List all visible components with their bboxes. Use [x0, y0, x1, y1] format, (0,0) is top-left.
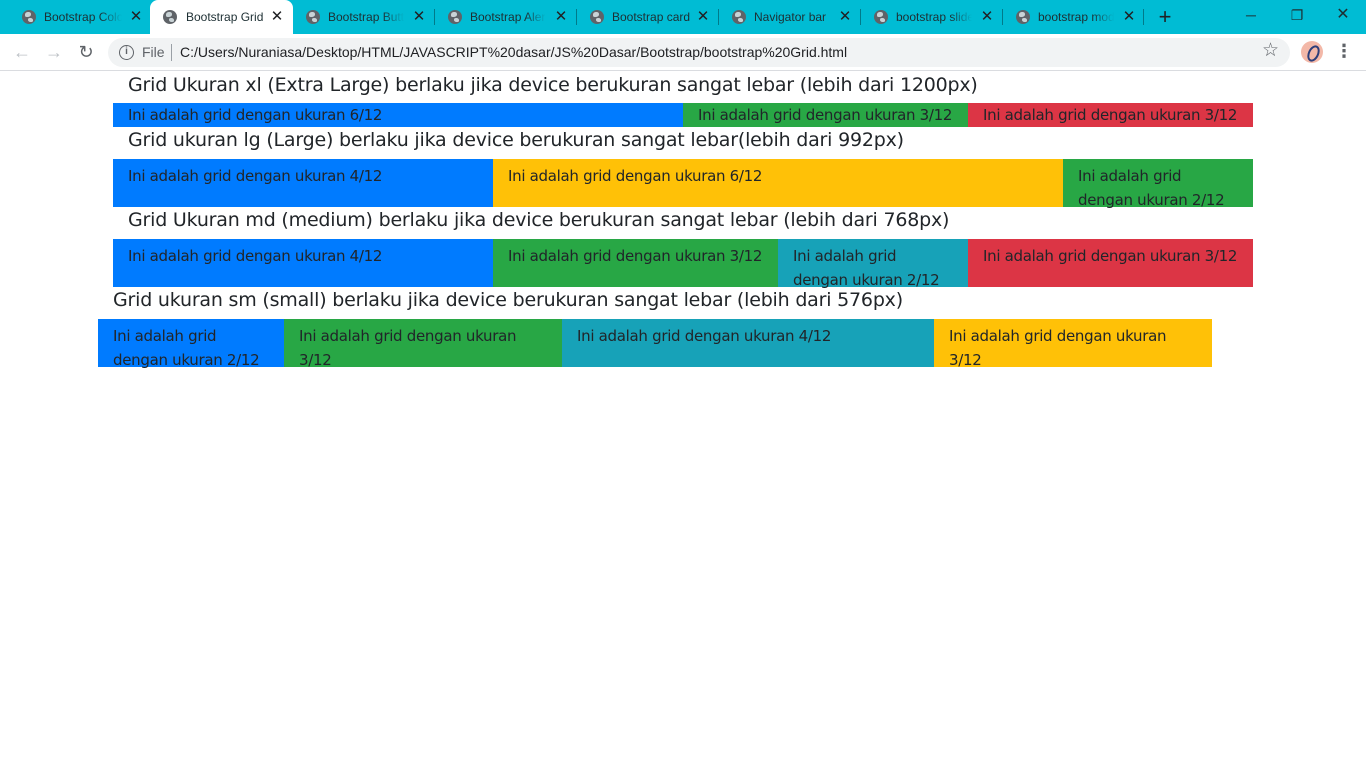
grid-col-md-3: Ini adalah grid dengan ukuran 3/12	[493, 239, 778, 287]
tab-title: Navigator bar	[754, 10, 827, 24]
grid-col-lg-2: Ini adalah grid dengan ukuran 2/12	[1063, 159, 1253, 209]
grid-col-xl-3: Ini adalah grid dengan ukuran 3/12	[968, 103, 1253, 127]
globe-icon	[732, 10, 746, 24]
grid-row-xl: Ini adalah grid dengan ukuran 6/12 Ini a…	[113, 103, 1253, 127]
forward-button[interactable]: →	[41, 39, 67, 65]
tab-title: Bootstrap Butt	[328, 10, 404, 24]
grid-col-sm-4: Ini adalah grid dengan ukuran 4/12	[562, 319, 934, 367]
grid-col-md-3: Ini adalah grid dengan ukuran 3/12	[968, 239, 1253, 287]
grid-row-sm: Ini adalah grid dengan ukuran 2/12 Ini a…	[98, 319, 1212, 369]
page-content: Grid Ukuran xl (Extra Large) berlaku jik…	[0, 71, 1366, 768]
scheme-label: File	[142, 44, 165, 60]
tab-bootstrap-alert[interactable]: Bootstrap Aler ✕	[426, 0, 568, 34]
tab-title: Bootstrap Colo	[44, 10, 122, 24]
tab-title: Bootstrap card	[612, 10, 691, 24]
tab-bootstrap-color[interactable]: Bootstrap Colo ✕	[0, 0, 150, 34]
grid-col-md-4: Ini adalah grid dengan ukuran 4/12	[113, 239, 493, 287]
close-icon[interactable]: ✕	[269, 9, 285, 25]
globe-icon	[1016, 10, 1030, 24]
tab-navigator-bar[interactable]: Navigator bar ✕	[710, 0, 852, 34]
tab-bootstrap-slide[interactable]: bootstrap slide ✕	[852, 0, 994, 34]
window-close-button[interactable]: ✕	[1320, 0, 1366, 30]
close-icon[interactable]: ✕	[1121, 9, 1137, 25]
grid-row-lg: Ini adalah grid dengan ukuran 4/12 Ini a…	[113, 159, 1253, 209]
tab-title: bootstrap mod	[1038, 10, 1114, 24]
bookmark-star-icon[interactable]: ☆	[1262, 41, 1279, 61]
tab-title: bootstrap slide	[896, 10, 972, 24]
close-icon[interactable]: ✕	[128, 9, 144, 25]
tab-bootstrap-buttons[interactable]: Bootstrap Butt ✕	[284, 0, 426, 34]
grid-col-lg-6: Ini adalah grid dengan ukuran 6/12	[493, 159, 1063, 207]
close-icon[interactable]: ✕	[553, 9, 569, 25]
grid-col-md-2: Ini adalah grid dengan ukuran 2/12	[778, 239, 968, 289]
tab-bootstrap-modal[interactable]: bootstrap mod ✕	[994, 0, 1136, 34]
grid-col-lg-4: Ini adalah grid dengan ukuran 4/12	[113, 159, 493, 207]
grid-col-xl-3: Ini adalah grid dengan ukuran 3/12	[683, 103, 968, 127]
restore-button[interactable]: ❐	[1274, 0, 1320, 30]
close-icon[interactable]: ✕	[837, 9, 853, 25]
tab-title: Bootstrap Grid	[186, 10, 264, 24]
info-icon[interactable]: i	[119, 45, 134, 60]
globe-icon	[874, 10, 888, 24]
profile-avatar[interactable]	[1301, 41, 1323, 63]
globe-icon	[306, 10, 320, 24]
grid-col-sm-3: Ini adalah grid dengan ukuran 3/12	[284, 319, 562, 369]
globe-icon	[448, 10, 462, 24]
globe-icon	[163, 10, 177, 24]
menu-icon[interactable]: ⋮	[1334, 40, 1354, 62]
section-heading-lg: Grid ukuran lg (Large) berlaku jika devi…	[128, 129, 904, 151]
grid-row-md: Ini adalah grid dengan ukuran 4/12 Ini a…	[113, 239, 1253, 289]
tab-strip: Bootstrap Colo ✕ Bootstrap Grid ✕ Bootst…	[0, 0, 1366, 34]
address-divider	[171, 44, 172, 61]
section-heading-sm: Grid ukuran sm (small) berlaku jika devi…	[113, 289, 903, 311]
section-heading-md: Grid Ukuran md (medium) berlaku jika dev…	[128, 209, 950, 231]
close-icon[interactable]: ✕	[695, 9, 711, 25]
close-icon[interactable]: ✕	[979, 9, 995, 25]
tab-title: Bootstrap Aler	[470, 10, 546, 24]
tab-bootstrap-grid[interactable]: Bootstrap Grid ✕	[150, 0, 293, 34]
back-button[interactable]: ←	[9, 39, 35, 65]
globe-icon	[22, 10, 36, 24]
close-icon[interactable]: ✕	[411, 9, 427, 25]
url-text[interactable]: C:/Users/Nuraniasa/Desktop/HTML/JAVASCRI…	[180, 45, 847, 60]
reload-button[interactable]: ↻	[73, 39, 99, 65]
tab-bootstrap-card[interactable]: Bootstrap card ✕	[568, 0, 710, 34]
tab-separator	[1143, 9, 1144, 25]
grid-col-sm-3: Ini adalah grid dengan ukuran 3/12	[934, 319, 1212, 369]
grid-col-sm-2: Ini adalah grid dengan ukuran 2/12	[98, 319, 284, 369]
browser-toolbar: ← → ↻ i File C:/Users/Nuraniasa/Desktop/…	[0, 34, 1366, 71]
globe-icon	[590, 10, 604, 24]
minimize-button[interactable]: ─	[1228, 0, 1274, 30]
address-bar[interactable]: i File C:/Users/Nuraniasa/Desktop/HTML/J…	[108, 38, 1290, 67]
grid-col-xl-6: Ini adalah grid dengan ukuran 6/12	[113, 103, 683, 127]
new-tab-button[interactable]: +	[1154, 6, 1176, 28]
section-heading-xl: Grid Ukuran xl (Extra Large) berlaku jik…	[128, 74, 978, 96]
